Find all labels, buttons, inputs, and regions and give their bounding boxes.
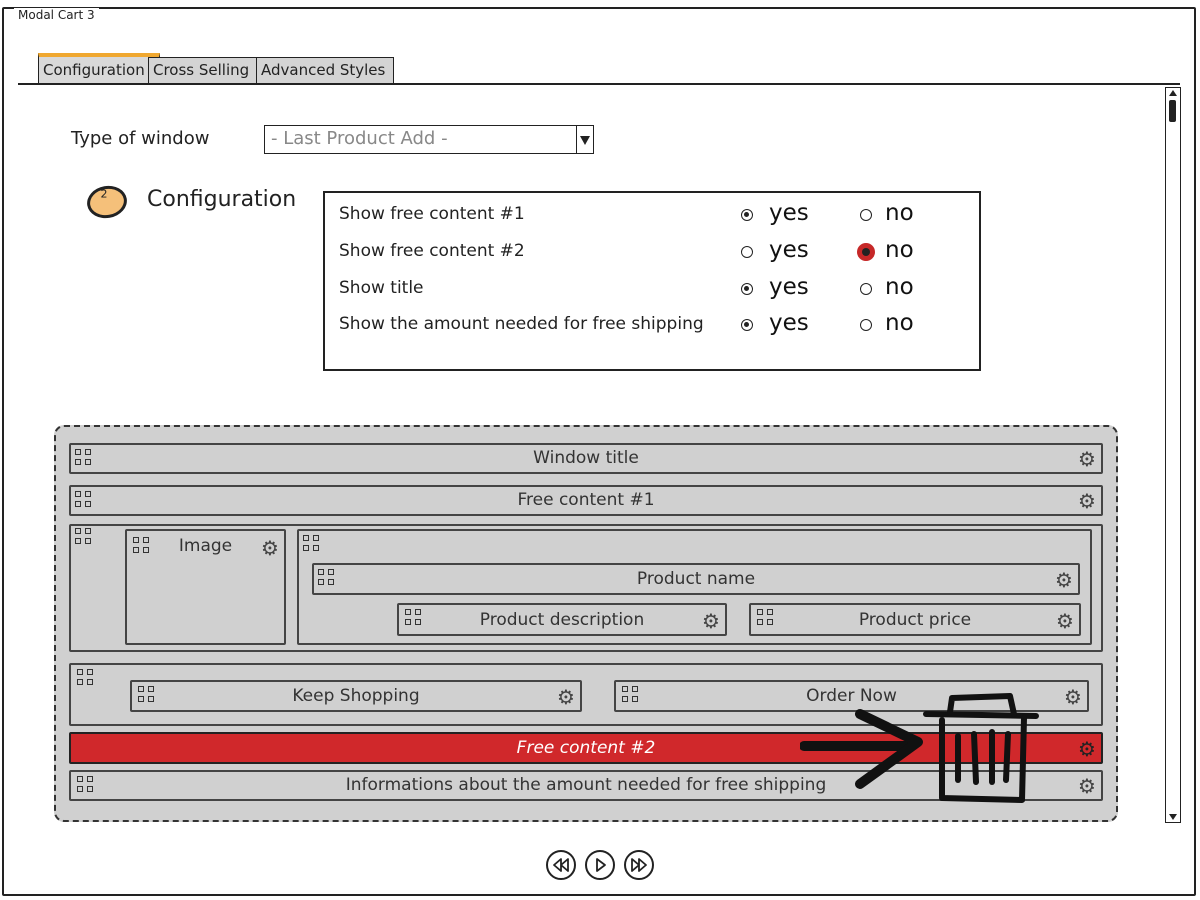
drag-grip-icon[interactable] bbox=[75, 528, 93, 544]
rewind-button[interactable] bbox=[546, 850, 576, 880]
block-label: Product price bbox=[858, 610, 972, 630]
drag-grip-icon[interactable] bbox=[303, 535, 321, 551]
drag-grip-icon[interactable] bbox=[77, 669, 95, 685]
block-product-description[interactable]: Product description ⚙ bbox=[397, 603, 727, 636]
tab-divider bbox=[18, 83, 1180, 85]
option-label: Show free content #1 bbox=[339, 204, 525, 224]
configuration-heading: Configuration bbox=[147, 187, 297, 212]
block-label: Keep Shopping bbox=[292, 686, 420, 706]
scroll-down-icon[interactable] bbox=[1169, 814, 1177, 820]
block-product-name[interactable]: Product name ⚙ bbox=[312, 563, 1080, 595]
gear-icon[interactable]: ⚙ bbox=[1077, 739, 1097, 759]
radio-yes[interactable] bbox=[741, 209, 753, 221]
scroll-thumb[interactable] bbox=[1169, 100, 1176, 122]
block-free-content-1[interactable]: Free content #1 ⚙ bbox=[69, 485, 1103, 516]
rewind-icon bbox=[553, 858, 569, 872]
block-label: Image bbox=[178, 536, 233, 556]
gear-icon[interactable]: ⚙ bbox=[1077, 491, 1097, 511]
block-label: Free content #1 bbox=[517, 490, 655, 510]
trash-icon bbox=[923, 693, 1039, 803]
block-product-price[interactable]: Product price ⚙ bbox=[749, 603, 1081, 636]
block-label: Window title bbox=[533, 448, 639, 468]
block-label: Product name bbox=[636, 569, 756, 589]
radio-yes[interactable] bbox=[741, 283, 753, 295]
type-of-window-select[interactable]: - Last Product Add - bbox=[264, 125, 594, 154]
tab-configuration[interactable]: Configuration bbox=[38, 53, 160, 84]
tab-bar: Configuration Cross Selling Advanced Sty… bbox=[18, 52, 1178, 85]
gear-icon[interactable]: ⚙ bbox=[1077, 776, 1097, 796]
window-title: Modal Cart 3 bbox=[14, 8, 99, 22]
gear-icon[interactable]: ⚙ bbox=[1054, 570, 1074, 590]
gear-icon[interactable]: ⚙ bbox=[701, 611, 721, 631]
radio-no-label: no bbox=[885, 200, 914, 226]
block-image[interactable]: Image ⚙ bbox=[125, 529, 286, 645]
block-keep-shopping[interactable]: Keep Shopping ⚙ bbox=[130, 680, 582, 712]
gear-icon[interactable]: ⚙ bbox=[556, 687, 576, 707]
radio-no-label: no bbox=[885, 274, 914, 300]
option-label: Show title bbox=[339, 278, 424, 298]
gear-icon[interactable]: ⚙ bbox=[1055, 611, 1075, 631]
option-row: Show the amount needed for free shipping… bbox=[339, 310, 969, 342]
block-product-details[interactable]: Product name ⚙ Product description ⚙ Pro… bbox=[297, 529, 1092, 645]
radio-yes-label: yes bbox=[769, 274, 809, 300]
option-row: Show free content #2 yes no bbox=[339, 237, 969, 269]
configuration-options: Show free content #1 yes no Show free co… bbox=[323, 191, 981, 371]
chevron-down-icon[interactable] bbox=[576, 126, 593, 153]
option-row: Show title yes no bbox=[339, 274, 969, 306]
gear-icon[interactable]: ⚙ bbox=[1063, 687, 1083, 707]
radio-yes[interactable] bbox=[741, 246, 753, 258]
tab-cross-selling[interactable]: Cross Selling bbox=[148, 57, 258, 84]
gear-icon[interactable]: ⚙ bbox=[1077, 449, 1097, 469]
option-label: Show free content #2 bbox=[339, 241, 525, 261]
block-product-container[interactable]: Image ⚙ Product name ⚙ Product descripti… bbox=[69, 524, 1103, 652]
scroll-up-icon[interactable] bbox=[1169, 90, 1177, 96]
trash-drop-overlay bbox=[800, 693, 1039, 803]
radio-no-label: no bbox=[885, 310, 914, 336]
radio-no-selected[interactable] bbox=[857, 243, 875, 261]
type-of-window-label: Type of window bbox=[71, 128, 210, 149]
radio-yes-label: yes bbox=[769, 237, 809, 263]
radio-no[interactable] bbox=[860, 283, 872, 295]
play-button[interactable] bbox=[585, 850, 615, 880]
option-label: Show the amount needed for free shipping bbox=[339, 314, 704, 334]
block-window-title[interactable]: Window title ⚙ bbox=[69, 443, 1103, 474]
radio-yes[interactable] bbox=[741, 319, 753, 331]
radio-yes-label: yes bbox=[769, 200, 809, 226]
radio-no-label: no bbox=[885, 237, 914, 263]
fast-forward-icon bbox=[631, 858, 647, 872]
tab-advanced-styles[interactable]: Advanced Styles bbox=[256, 57, 394, 84]
radio-no[interactable] bbox=[860, 319, 872, 331]
vertical-scrollbar[interactable] bbox=[1165, 87, 1181, 823]
block-label: Product description bbox=[479, 610, 645, 630]
option-row: Show free content #1 yes no bbox=[339, 200, 969, 232]
arrow-right-icon bbox=[800, 709, 923, 789]
gear-icon[interactable]: ⚙ bbox=[260, 538, 280, 558]
type-of-window-value: - Last Product Add - bbox=[271, 128, 448, 149]
fast-forward-button[interactable] bbox=[624, 850, 654, 880]
play-icon bbox=[596, 858, 606, 872]
radio-no[interactable] bbox=[860, 209, 872, 221]
step-number: 2 bbox=[100, 187, 108, 201]
radio-yes-label: yes bbox=[769, 310, 809, 336]
